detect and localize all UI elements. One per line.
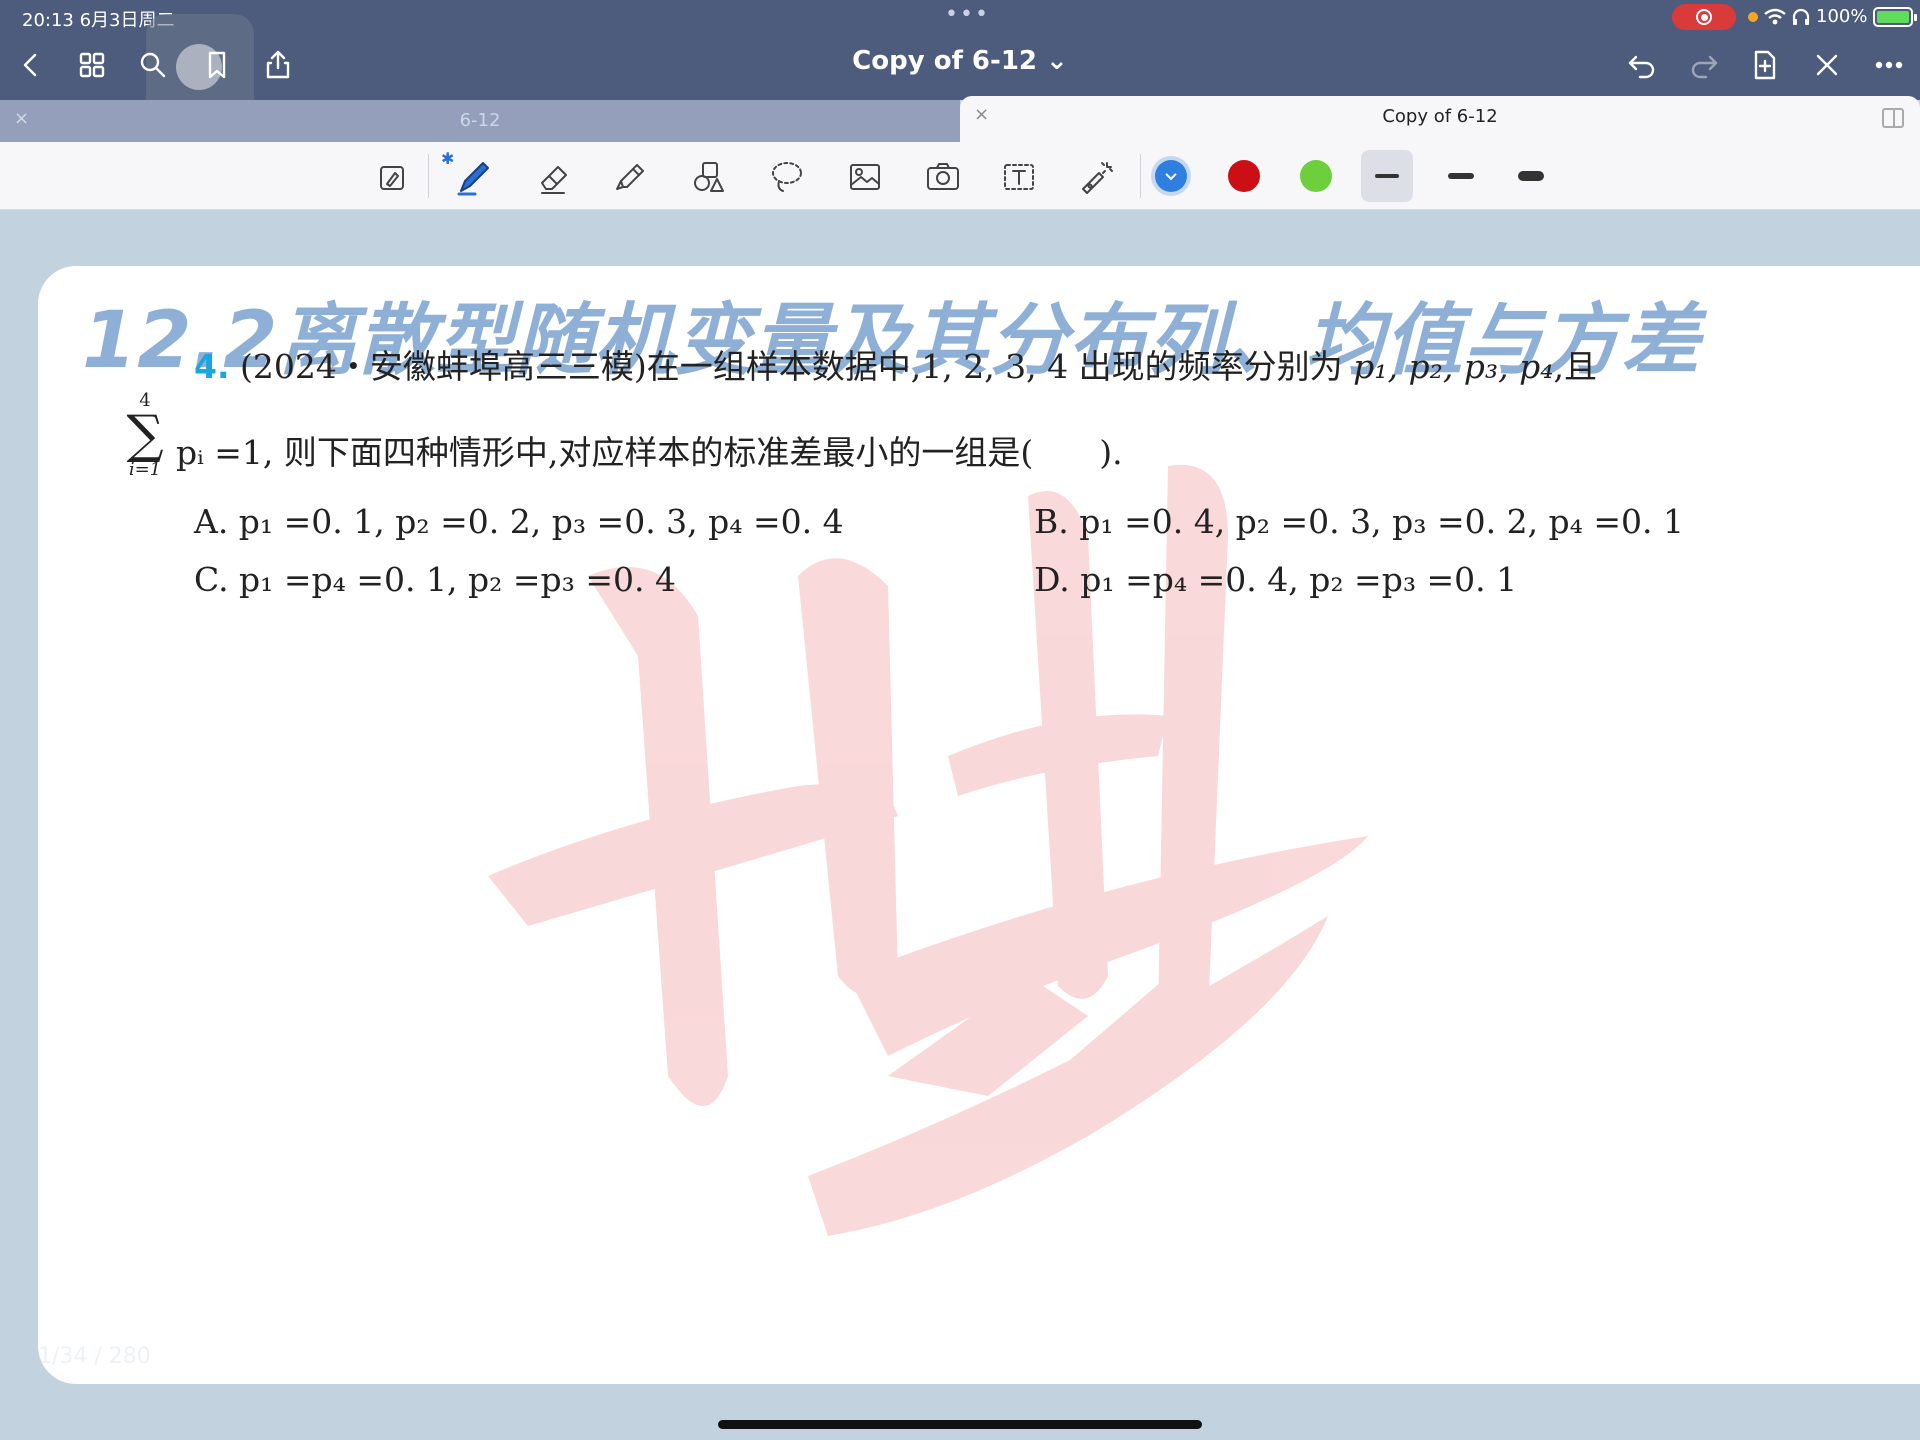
question-number: 4. [194, 347, 230, 386]
bookmark-icon [208, 51, 226, 79]
search-icon [140, 52, 166, 78]
chevron-left-icon [23, 53, 37, 77]
question-stem: (2024・安徽蚌埠高三三模)在一组样本数据中,1, 2, 3, 4 出现的频率… [240, 347, 1343, 386]
tablet-pen-icon [380, 166, 404, 190]
top-bar: 20:13 6月3日周二 ••• 100% Copy of 6-12 ⌄ [0, 0, 1920, 120]
back-button[interactable] [12, 46, 50, 84]
eraser-icon [541, 166, 567, 194]
color-red-button[interactable] [1228, 160, 1260, 192]
add-page-button[interactable] [1746, 46, 1784, 84]
share-button[interactable] [259, 46, 297, 84]
search-button[interactable] [134, 46, 172, 84]
home-indicator[interactable] [718, 1420, 1202, 1429]
status-right: 100% [1748, 6, 1918, 27]
page-indicator: 1/34 / 280 [38, 1344, 151, 1369]
lasso-icon [772, 162, 802, 192]
headphones-icon [1792, 8, 1810, 25]
pen-tool[interactable] [450, 154, 496, 200]
wifi-icon [1764, 8, 1786, 24]
camera-icon [927, 163, 959, 190]
grid-icon [79, 52, 105, 78]
grid-view-button[interactable] [73, 46, 111, 84]
add-page-icon [1754, 50, 1776, 80]
undo-button[interactable] [1623, 46, 1661, 84]
image-icon [850, 164, 880, 190]
toolbar-divider [428, 154, 429, 198]
more-button[interactable] [1870, 46, 1908, 84]
share-icon [266, 50, 290, 79]
option-c: C. p₁ =p₄ =0. 1, p₂ =p₃ =0. 4 [194, 560, 676, 599]
medium-line-icon [1448, 173, 1474, 179]
toolbar-divider [1140, 154, 1141, 198]
page-gutter [0, 211, 1920, 231]
color-blue-button[interactable] [1155, 160, 1187, 192]
highlighter-icon [616, 164, 644, 190]
close-edit-button[interactable] [1808, 46, 1846, 84]
pen-off-icon [1816, 54, 1838, 76]
stroke-width-thick-button[interactable] [1506, 150, 1558, 202]
bluetooth-icon: ✱ [441, 149, 455, 168]
text-box-icon [1004, 164, 1034, 190]
question-stem-end: ,且 [1553, 347, 1598, 386]
stroke-width-medium-button[interactable] [1436, 150, 1488, 202]
battery-percent: 100% [1816, 6, 1868, 27]
screen-record-indicator[interactable] [1672, 4, 1736, 30]
thick-line-icon [1518, 171, 1544, 181]
text-tool[interactable] [996, 154, 1042, 200]
stroke-width-thin-button[interactable] [1361, 150, 1413, 202]
highlighter-tool[interactable] [608, 154, 654, 200]
split-view-icon[interactable] [1882, 108, 1904, 128]
lasso-tool[interactable] [764, 154, 810, 200]
undo-icon [1628, 55, 1655, 79]
shapes-icon [694, 162, 724, 192]
camera-tool[interactable] [920, 154, 966, 200]
eraser-tool[interactable] [531, 154, 577, 200]
mic-indicator-icon [1748, 11, 1758, 22]
question-line-1: 4. (2024・安徽蚌埠高三三模)在一组样本数据中,1, 2, 3, 4 出现… [194, 340, 1597, 388]
redo-button[interactable] [1685, 46, 1723, 84]
battery-icon [1873, 6, 1918, 27]
tab-6-12[interactable]: × 6-12 [0, 100, 960, 142]
bookmark-button[interactable] [198, 46, 236, 84]
document-title-button[interactable]: Copy of 6-12 ⌄ [852, 46, 1068, 76]
multitask-dots[interactable]: ••• [945, 2, 990, 27]
thin-line-icon [1375, 174, 1399, 178]
question-variables: p₁, p₂, p₃, p₄ [1353, 347, 1554, 386]
shape-tool[interactable] [686, 154, 732, 200]
reader-mode-tool[interactable] [370, 154, 416, 200]
annotation-toolbar [0, 142, 1920, 210]
option-a: A. p₁ =0. 1, p₂ =0. 2, p₃ =0. 3, p₄ =0. … [194, 502, 844, 541]
laser-pointer-icon [1082, 162, 1113, 194]
image-tool[interactable] [842, 154, 888, 200]
option-b: B. p₁ =0. 4, p₂ =0. 3, p₃ =0. 2, p₄ =0. … [1034, 502, 1685, 541]
summation-sigma: ∑ [126, 405, 164, 465]
record-icon [1696, 9, 1712, 25]
tab-label: Copy of 6-12 [1382, 106, 1498, 127]
question-line-2: pᵢ =1, 则下面四种情形中,对应样本的标准差最小的一组是( ). [176, 433, 1123, 472]
option-d: D. p₁ =p₄ =0. 4, p₂ =p₃ =0. 1 [1034, 560, 1518, 599]
laser-pointer-tool[interactable] [1074, 154, 1120, 200]
tab-label: 6-12 [459, 110, 501, 131]
summation-symbol: 4 ∑ i=1 [120, 390, 170, 480]
more-icon [1875, 61, 1903, 69]
tab-copy-of-6-12[interactable]: × Copy of 6-12 [960, 96, 1920, 142]
document-page[interactable]: 12.2离散型随机变量及其分布列、均值与方差 4. (2024・安徽蚌埠高三三模… [38, 266, 1920, 1384]
bottom-gutter [0, 1384, 1920, 1440]
pen-icon [457, 162, 489, 196]
redo-icon [1691, 55, 1718, 79]
color-green-button[interactable] [1300, 160, 1332, 192]
